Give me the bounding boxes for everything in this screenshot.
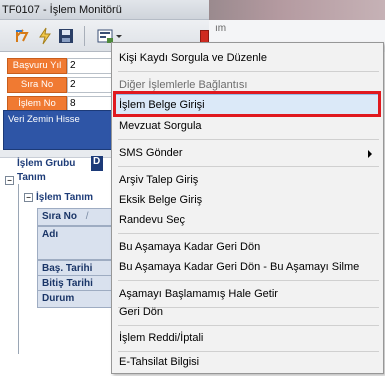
menu-item-eksik-belge[interactable]: Eksik Belge Giriş — [114, 189, 381, 211]
sort-icon: / — [85, 211, 89, 222]
column-label: Sıra No — [42, 211, 78, 222]
group-header-label: İşlem Grubu — [17, 158, 76, 169]
menu-separator — [118, 280, 379, 281]
column-header-sira-no[interactable]: Sıra No / — [37, 208, 117, 226]
tree-line — [18, 184, 19, 354]
collapse-icon[interactable]: − — [24, 193, 33, 202]
veri-zemin-hisse-panel[interactable]: Veri Zemin Hisse — [3, 110, 118, 150]
background-window-title-text: ım — [215, 23, 227, 34]
menu-separator — [118, 233, 379, 234]
refresh-icon[interactable] — [12, 26, 32, 46]
context-menu: Kişi Kaydı Sorgula ve Düzenle Diğer İşle… — [111, 42, 384, 374]
toolbar-separator — [84, 26, 85, 46]
menu-item-label: SMS Gönder — [119, 147, 183, 159]
islem-grid: − İşlem Grubu D Tanım − İşlem Tanım Sıra… — [0, 150, 120, 376]
menu-item-mevzuat-sorgula[interactable]: Mevzuat Sorgula — [114, 115, 381, 137]
column-header-durum[interactable]: Durum — [37, 290, 117, 308]
menu-item-geri-don-asamaya[interactable]: Bu Aşamaya Kadar Geri Dön — [114, 236, 381, 258]
save-icon[interactable] — [56, 26, 76, 46]
menu-separator — [118, 325, 379, 326]
field-label: Başvuru Yıl — [7, 58, 67, 74]
group-header-cell: D — [91, 156, 103, 171]
window-title: TF0107 - İşlem Monitörü — [2, 4, 122, 16]
window-title-bar: TF0107 - İşlem Monitörü — [0, 0, 385, 20]
menu-item-islem-belge-girisi[interactable]: İşlem Belge Girişi — [114, 94, 381, 116]
sub-group-label: İşlem Tanım — [36, 192, 94, 203]
collapse-icon[interactable]: − — [5, 176, 14, 185]
lightning-icon[interactable] — [35, 26, 55, 46]
panel-label: Veri Zemin Hisse — [8, 114, 80, 125]
submenu-arrow-icon — [368, 150, 372, 158]
menu-item-geri-don[interactable]: Geri Dön — [114, 301, 381, 323]
background-window-title — [209, 0, 385, 20]
menu-item-e-tahsilat[interactable]: E-Tahsilat Bilgisi — [114, 351, 381, 373]
menu-item-sms-gonder[interactable]: SMS Gönder — [114, 142, 381, 164]
menu-item-diger-islemler: Diğer İşlemlerle Bağlantısı — [119, 79, 248, 91]
menu-item-arsiv-talep[interactable]: Arşiv Talep Giriş — [114, 169, 381, 191]
field-label: Sıra No — [7, 77, 67, 93]
menu-item-randevu-sec[interactable]: Randevu Seç — [114, 209, 381, 231]
column-header-adi[interactable]: Adı — [37, 226, 117, 260]
group-sub-label: Tanım — [17, 172, 46, 183]
menu-item-kisi-kaydi[interactable]: Kişi Kaydı Sorgula ve Düzenle — [114, 47, 381, 69]
menu-separator — [118, 71, 379, 72]
menu-separator — [118, 139, 379, 140]
menu-item-geri-don-silme[interactable]: Bu Aşamaya Kadar Geri Dön - Bu Aşamayı S… — [114, 256, 381, 278]
menu-separator — [118, 166, 379, 167]
menu-item-islem-reddi[interactable]: İşlem Reddi/İptali — [114, 327, 381, 349]
